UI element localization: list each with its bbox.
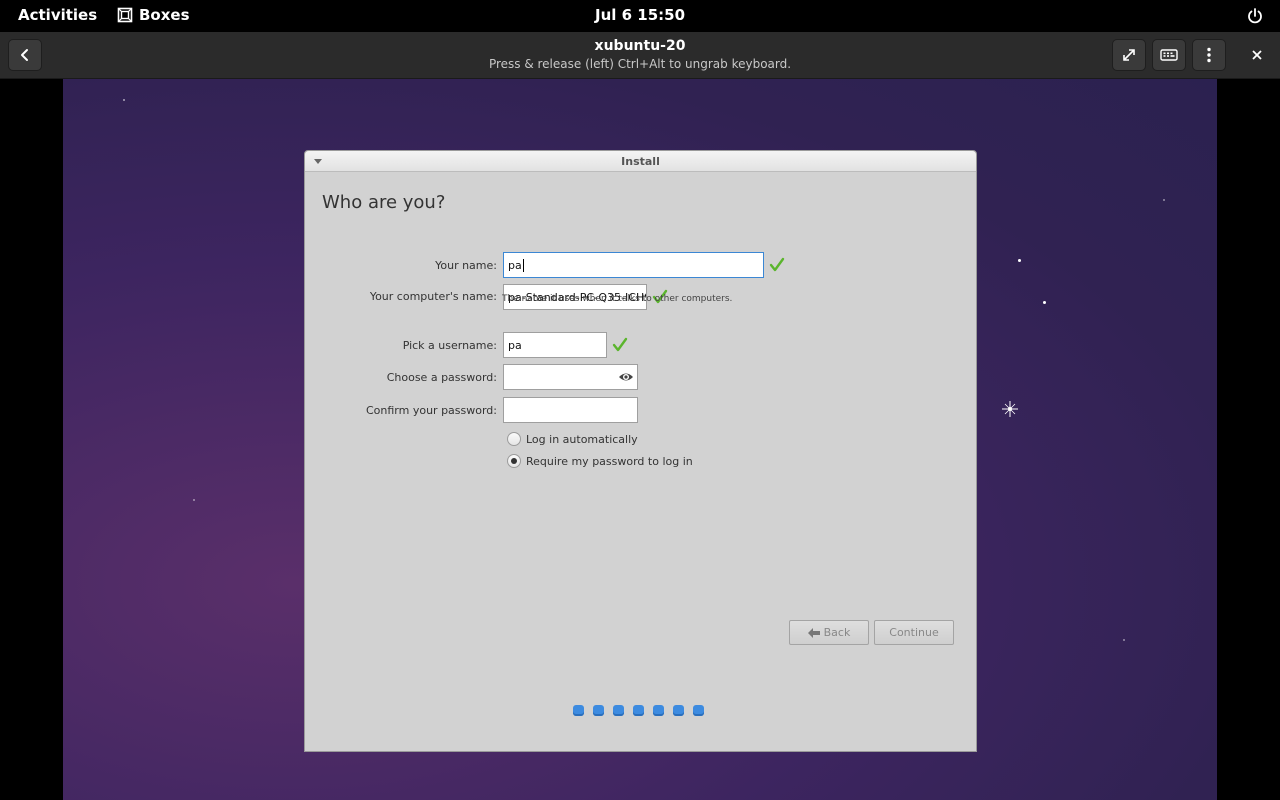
back-arrow-icon bbox=[807, 627, 820, 638]
star bbox=[1018, 259, 1021, 262]
window-titlebar[interactable]: Install bbox=[305, 151, 976, 172]
star bbox=[193, 499, 195, 501]
login-auto-radio[interactable] bbox=[507, 432, 521, 446]
login-password-label: Require my password to log in bbox=[526, 454, 693, 468]
progress-dot bbox=[573, 705, 584, 716]
star bbox=[1163, 199, 1165, 201]
username-input[interactable]: pa bbox=[503, 332, 607, 358]
keyboard-button[interactable] bbox=[1152, 39, 1186, 71]
vm-display[interactable]: Install Who are you? Your name: pa Your … bbox=[63, 79, 1217, 800]
page-heading: Who are you? bbox=[322, 192, 446, 213]
checkmark-icon bbox=[769, 257, 785, 272]
fullscreen-icon bbox=[1123, 49, 1135, 61]
fullscreen-button[interactable] bbox=[1112, 39, 1146, 71]
header-bar: xubuntu-20 Press & release (left) Ctrl+A… bbox=[0, 32, 1280, 79]
continue-button-label: Continue bbox=[889, 626, 939, 639]
kebab-menu-icon bbox=[1207, 47, 1211, 63]
password-input[interactable] bbox=[503, 364, 638, 390]
close-icon bbox=[1252, 50, 1262, 60]
show-password-eye-icon[interactable] bbox=[618, 370, 634, 384]
confirm-password-input[interactable] bbox=[503, 397, 638, 423]
progress-dot bbox=[613, 705, 624, 716]
star bbox=[123, 99, 125, 101]
progress-indicator bbox=[573, 705, 704, 716]
login-password-radio[interactable] bbox=[507, 454, 521, 468]
back-button-installer[interactable]: Back bbox=[789, 620, 869, 645]
clock[interactable]: Jul 6 15:50 bbox=[0, 6, 1280, 24]
window-title: Install bbox=[621, 155, 660, 168]
checkmark-icon bbox=[612, 337, 628, 352]
username-label: Pick a username: bbox=[402, 339, 497, 352]
computer-name-label: Your computer's name: bbox=[369, 290, 497, 303]
your-name-input[interactable]: pa bbox=[503, 252, 764, 278]
progress-dot bbox=[633, 705, 644, 716]
vm-title: xubuntu-20 bbox=[594, 38, 686, 54]
sparkle-star bbox=[1002, 401, 1018, 417]
window-menu-icon[interactable] bbox=[314, 159, 322, 164]
login-auto-option[interactable]: Log in automatically bbox=[507, 432, 638, 446]
confirm-password-label: Confirm your password: bbox=[365, 404, 497, 417]
star bbox=[1123, 639, 1125, 641]
back-button-label: Back bbox=[823, 626, 851, 639]
your-name-value: pa bbox=[508, 259, 522, 272]
progress-dot bbox=[593, 705, 604, 716]
keyboard-icon bbox=[1160, 49, 1178, 61]
power-icon[interactable] bbox=[1246, 7, 1264, 25]
login-password-option[interactable]: Require my password to log in bbox=[507, 454, 693, 468]
installer-window: Install Who are you? Your name: pa Your … bbox=[304, 150, 977, 752]
progress-dot bbox=[673, 705, 684, 716]
password-label: Choose a password: bbox=[386, 371, 497, 384]
progress-dot bbox=[653, 705, 664, 716]
login-auto-label: Log in automatically bbox=[526, 432, 638, 446]
close-button[interactable] bbox=[1248, 46, 1266, 64]
top-bar: Activities Boxes Jul 6 15:50 bbox=[0, 0, 1280, 32]
computer-name-hint: The name it uses when it talks to other … bbox=[502, 294, 733, 304]
vm-subtitle: Press & release (left) Ctrl+Alt to ungra… bbox=[488, 57, 792, 71]
your-name-label: Your name: bbox=[435, 259, 497, 272]
menu-button[interactable] bbox=[1192, 39, 1226, 71]
progress-dot bbox=[693, 705, 704, 716]
continue-button[interactable]: Continue bbox=[874, 620, 954, 645]
text-cursor bbox=[522, 259, 524, 272]
star bbox=[1043, 301, 1046, 304]
